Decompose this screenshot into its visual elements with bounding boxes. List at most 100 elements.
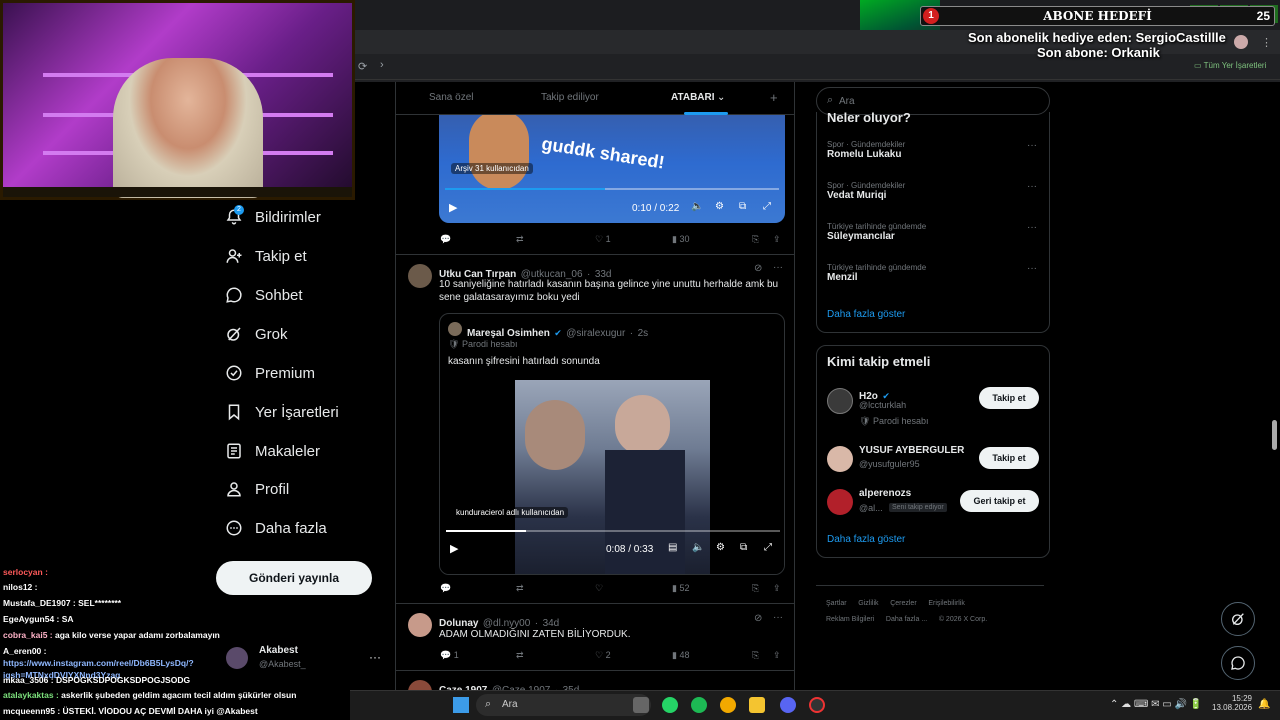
settings-icon[interactable]: ⚙ [716, 542, 725, 553]
nav-chat[interactable]: Sohbet [225, 281, 303, 309]
nav-profile[interactable]: Profil [225, 475, 289, 503]
menu-icon[interactable]: ⋮ [1261, 36, 1272, 49]
nav-articles[interactable]: Makaleler [225, 437, 320, 465]
avatar[interactable] [827, 489, 853, 515]
chevron-down-icon[interactable]: ⌄ [717, 92, 725, 103]
fullscreen-icon[interactable]: ⤢ [763, 201, 771, 212]
trend-item[interactable]: Spor · Gündemdekiler Vedat Muriqi [827, 181, 905, 201]
pip-icon[interactable]: ⧉ [740, 542, 747, 553]
volume-icon[interactable]: 🔈 [692, 542, 704, 553]
suggestions-show-more[interactable]: Daha fazla göster [827, 534, 905, 545]
video-player[interactable]: guddk shared! Arşiv 31 kullanıcıdan ▶ 0:… [439, 115, 785, 223]
tab-following[interactable]: Takip ediliyor [541, 92, 599, 103]
follow-button[interactable]: Takip et [979, 447, 1039, 469]
bookmark-icon[interactable]: ⎘ [752, 583, 759, 594]
post-button[interactable]: Gönderi yayınla [216, 561, 372, 595]
avatar[interactable] [226, 647, 248, 669]
footer-link-cookies[interactable]: Çerezler [890, 600, 916, 607]
retweet-icon[interactable]: ⇄ [516, 650, 524, 661]
suggestion-name[interactable]: YUSUF AYBERGULER [859, 445, 964, 456]
app-icon[interactable] [809, 697, 825, 713]
like-button[interactable]: ♡ 1 [595, 234, 611, 245]
captions-icon[interactable]: ▤ [668, 542, 677, 553]
reply-icon[interactable]: 💬 [440, 583, 451, 594]
trend-item[interactable]: Spor · Gündemdekiler Romelu Lukaku [827, 140, 905, 160]
windows-start-icon[interactable] [453, 697, 469, 713]
taskbar-search[interactable]: ⌕ Ara [476, 694, 651, 716]
chevron-right-icon[interactable]: › [380, 59, 384, 71]
nav-grok[interactable]: Grok [225, 320, 288, 348]
reply-icon[interactable]: 💬 [440, 234, 451, 245]
chrome-icon[interactable] [720, 697, 736, 713]
play-icon[interactable]: ▶ [450, 542, 458, 555]
add-tab-icon[interactable]: + [770, 90, 778, 105]
avatar[interactable] [827, 446, 853, 472]
file-explorer-icon[interactable] [749, 697, 765, 713]
discord-icon[interactable] [780, 697, 796, 713]
tray-icons[interactable]: ⌃ ☁ ⌨ ✉ ▭ 🔊 🔋 [1110, 699, 1202, 710]
views-button[interactable]: ▮ 52 [672, 583, 689, 594]
footer-link-terms[interactable]: Şartlar [826, 600, 847, 607]
spotify-icon[interactable] [691, 697, 707, 713]
quote-tweet[interactable]: Mareşal Osimhen ✔ @siralexugur · 2s 🛡 Pa… [439, 313, 785, 575]
tab-list-atabari[interactable]: ATABARI [671, 92, 715, 103]
like-button[interactable]: ♡ 2 [595, 650, 611, 661]
pip-icon[interactable]: ⧉ [739, 201, 746, 212]
bookmarks-all-link[interactable]: ▭ Tüm Yer İşaretleri [1194, 61, 1266, 70]
search-input[interactable]: ⌕ Ara [816, 87, 1050, 115]
notification-bell-icon[interactable]: 🔔 [1258, 699, 1270, 710]
grok-icon[interactable]: ⊘ [754, 263, 762, 274]
grok-fab[interactable] [1221, 602, 1255, 636]
footer-link-privacy[interactable]: Gizlilik [858, 600, 878, 607]
avatar[interactable] [408, 264, 432, 288]
follow-button[interactable]: Takip et [979, 387, 1039, 409]
footer-link-accessibility[interactable]: Erişilebilirlik [928, 600, 965, 607]
task-view-icon[interactable] [633, 697, 649, 713]
nav-more[interactable]: Daha fazla [225, 514, 327, 542]
volume-icon[interactable]: 🔈 [691, 201, 703, 212]
views-button[interactable]: ▮ 48 [672, 650, 689, 661]
nav-bookmarks[interactable]: Yer İşaretleri [225, 398, 339, 426]
trends-show-more[interactable]: Daha fazla göster [827, 309, 905, 320]
messages-fab[interactable] [1221, 646, 1255, 680]
reply-button[interactable]: 💬 1 [440, 650, 459, 661]
suggestion-name[interactable]: alperenozs [859, 488, 911, 499]
like-icon[interactable]: ♡ [595, 583, 603, 594]
share-icon[interactable]: ⇪ [773, 650, 781, 661]
avatar[interactable] [408, 613, 432, 637]
trend-item[interactable]: Türkiye tarihinde gündemde Menzil [827, 263, 926, 283]
more-icon[interactable]: ··· [1027, 140, 1037, 151]
fullscreen-icon[interactable]: ⤢ [764, 542, 772, 553]
video-progress[interactable] [445, 188, 779, 190]
bookmark-icon[interactable]: ⎘ [752, 234, 759, 245]
share-icon[interactable]: ⇪ [773, 234, 781, 245]
trend-item[interactable]: Türkiye tarihinde gündemde Süleymancılar [827, 222, 926, 242]
video-player[interactable]: kunduracierol adlı kullanıcıdan ▶ 0:08 /… [440, 374, 784, 574]
clock[interactable]: 15:29 13.08.2026 [1212, 694, 1252, 712]
play-icon[interactable]: ▶ [449, 201, 457, 214]
more-icon[interactable]: ··· [1027, 181, 1037, 192]
avatar[interactable] [827, 388, 853, 414]
retweet-icon[interactable]: ⇄ [516, 234, 524, 245]
nav-premium[interactable]: Premium [225, 359, 315, 387]
bookmark-icon[interactable]: ⎘ [752, 650, 759, 661]
settings-icon[interactable]: ⚙ [715, 201, 724, 212]
account-menu-icon[interactable]: ··· [369, 650, 381, 664]
follow-back-button[interactable]: Geri takip et [960, 490, 1039, 512]
nav-follow[interactable]: Takip et [225, 242, 307, 270]
footer-link-more[interactable]: Daha fazla ... [886, 616, 927, 623]
more-icon[interactable]: ··· [773, 612, 783, 623]
footer-link-ads[interactable]: Reklam Bilgileri [826, 616, 874, 623]
more-icon[interactable]: ··· [1027, 222, 1037, 233]
tab-for-you[interactable]: Sana özel [429, 92, 473, 103]
profile-avatar[interactable] [1234, 35, 1248, 49]
video-progress[interactable] [446, 530, 780, 532]
refresh-icon[interactable]: ⟳ [358, 60, 367, 73]
views-button[interactable]: ▮ 30 [672, 234, 689, 245]
retweet-icon[interactable]: ⇄ [516, 583, 524, 594]
more-icon[interactable]: ··· [773, 262, 783, 273]
scrollbar-thumb[interactable] [1272, 420, 1277, 450]
whatsapp-icon[interactable] [662, 697, 678, 713]
grok-icon[interactable]: ⊘ [754, 613, 762, 624]
share-icon[interactable]: ⇪ [773, 583, 781, 594]
